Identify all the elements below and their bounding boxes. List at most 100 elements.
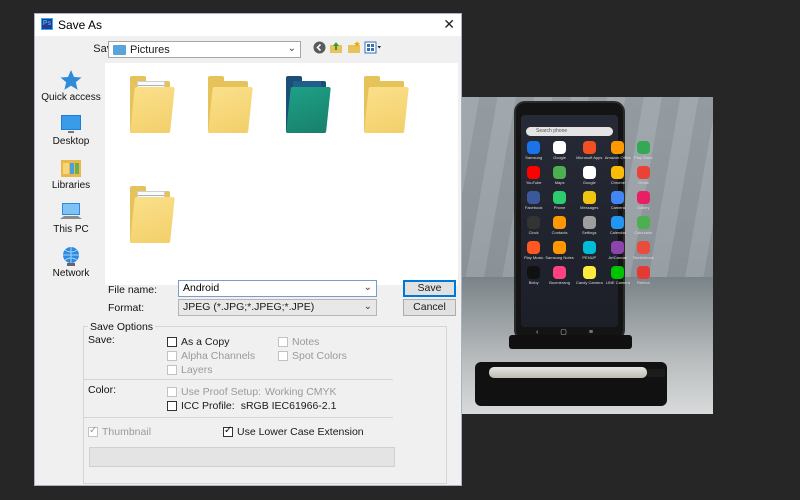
chevron-down-icon: ⌄ bbox=[363, 301, 372, 312]
use-proof-setup-checkbox[interactable]: Use Proof Setup: Working CMYK bbox=[167, 386, 337, 398]
place-label: Desktop bbox=[52, 136, 90, 147]
app-label: Candy Camera bbox=[575, 280, 603, 285]
close-icon[interactable]: ✕ bbox=[443, 16, 455, 33]
photoshop-icon: Ps bbox=[41, 18, 53, 30]
app-icon bbox=[611, 141, 625, 154]
phone-app: Retrica bbox=[633, 266, 654, 285]
cancel-button[interactable]: Cancel bbox=[403, 299, 456, 316]
view-menu-icon[interactable] bbox=[363, 41, 383, 57]
format-dropdown[interactable]: JPEG (*.JPG;*.JPEG;*.JPE) ⌄ bbox=[178, 299, 377, 316]
file-list-area[interactable] bbox=[105, 63, 458, 285]
this-pc-icon bbox=[59, 201, 83, 221]
folder-item[interactable] bbox=[125, 183, 177, 245]
phone-app: Clock bbox=[524, 216, 543, 235]
phone-app: LINE Camera bbox=[605, 266, 631, 285]
new-folder-icon[interactable] bbox=[346, 41, 362, 57]
app-label: Maps bbox=[554, 180, 565, 185]
as-a-copy-checkbox[interactable]: As a Copy bbox=[167, 336, 229, 348]
app-label: Messages bbox=[580, 205, 599, 210]
app-label: Camera bbox=[610, 205, 625, 210]
phone-app: Phone bbox=[545, 191, 573, 210]
phone-app: Sketchbook bbox=[633, 241, 654, 260]
place-network[interactable]: Network bbox=[41, 245, 101, 279]
divider bbox=[83, 379, 393, 380]
app-icon bbox=[611, 166, 625, 179]
title-bar: Ps Save As ✕ bbox=[35, 14, 461, 36]
app-label: YouTube bbox=[525, 180, 542, 185]
folder-icon bbox=[130, 87, 175, 133]
phone-app: Amazon Office bbox=[605, 141, 631, 160]
checkbox-box bbox=[167, 337, 177, 347]
phone-app-grid: Samsung Google Microsoft Apps Amazon Office… bbox=[524, 141, 654, 285]
app-label: Gmail bbox=[638, 180, 649, 185]
app-label: Facebook bbox=[524, 205, 543, 210]
folder-item[interactable] bbox=[281, 73, 333, 135]
app-icon bbox=[636, 241, 650, 254]
save-in-dropdown[interactable]: Pictures ⌄ bbox=[108, 41, 301, 58]
checkbox-box bbox=[223, 425, 233, 437]
phone-search-bar: Search phone bbox=[526, 127, 613, 136]
layers-checkbox[interactable]: Layers bbox=[167, 364, 213, 376]
phone-app: PENUP bbox=[576, 241, 603, 260]
place-this-pc[interactable]: This PC bbox=[41, 201, 101, 235]
places-bar: Quick access Desktop Libraries This PC N… bbox=[41, 63, 101, 285]
app-label: Settings bbox=[582, 230, 597, 235]
place-quick-access[interactable]: Quick access bbox=[41, 69, 101, 103]
save-button[interactable]: Save bbox=[403, 280, 456, 297]
place-desktop[interactable]: Desktop bbox=[41, 113, 101, 147]
folder-item[interactable] bbox=[125, 73, 177, 135]
dialog-title: Save As bbox=[58, 18, 103, 32]
app-label: Chrome bbox=[610, 180, 625, 185]
checkbox-box bbox=[167, 365, 177, 375]
alpha-channels-checkbox[interactable]: Alpha Channels bbox=[167, 350, 255, 362]
app-icon bbox=[553, 166, 567, 179]
app-icon bbox=[582, 241, 596, 254]
file-name-input[interactable] bbox=[183, 282, 372, 294]
spot-colors-checkbox[interactable]: Spot Colors bbox=[278, 350, 347, 362]
thumbnail-checkbox[interactable]: Thumbnail bbox=[88, 425, 151, 438]
status-bar bbox=[89, 447, 395, 467]
up-folder-icon[interactable] bbox=[328, 41, 344, 57]
app-label: Samsung bbox=[525, 155, 543, 160]
notes-checkbox[interactable]: Notes bbox=[278, 336, 319, 348]
app-icon bbox=[553, 216, 567, 229]
phone-app: Calendar bbox=[605, 216, 631, 235]
phone-app: Gmail bbox=[633, 166, 654, 185]
icc-profile-checkbox[interactable]: ICC Profile: sRGB IEC61966-2.1 bbox=[167, 400, 336, 412]
place-libraries[interactable]: Libraries bbox=[41, 157, 101, 191]
app-icon bbox=[553, 141, 567, 154]
app-label: Samsung Notes bbox=[545, 255, 574, 260]
app-label: Gallery bbox=[637, 205, 650, 210]
phone-app: Contacts bbox=[545, 216, 573, 235]
app-label: Phone bbox=[553, 205, 566, 210]
app-icon bbox=[636, 191, 650, 204]
file-name-field[interactable]: ⌄ bbox=[178, 280, 377, 297]
format-label: Format: bbox=[108, 302, 145, 314]
libraries-icon bbox=[59, 157, 83, 177]
folder-icon bbox=[364, 87, 409, 133]
place-label: This PC bbox=[53, 224, 89, 235]
checkbox-box bbox=[278, 337, 288, 347]
chevron-down-icon[interactable]: ⌄ bbox=[364, 282, 372, 293]
phone-app: Candy Camera bbox=[576, 266, 603, 285]
proof-setup-value: Working CMYK bbox=[264, 386, 337, 398]
phone-app: Microsoft Apps bbox=[576, 141, 603, 160]
background-photo: Search phone Samsung Google Microsoft Apps… bbox=[461, 97, 713, 414]
folder-item[interactable] bbox=[359, 73, 411, 135]
app-icon bbox=[611, 216, 625, 229]
app-label: PENUP bbox=[582, 255, 597, 260]
app-label: Google bbox=[582, 180, 596, 185]
app-label: Calculator bbox=[634, 230, 653, 235]
lower-case-extension-checkbox[interactable]: Use Lower Case Extension bbox=[223, 425, 364, 438]
app-label: Google bbox=[553, 155, 567, 160]
app-icon bbox=[611, 266, 625, 279]
app-icon bbox=[582, 166, 596, 179]
app-icon bbox=[582, 216, 596, 229]
app-icon bbox=[636, 141, 650, 154]
folder-item[interactable] bbox=[203, 73, 255, 135]
phone-app: Play Store bbox=[633, 141, 654, 160]
app-icon bbox=[527, 266, 541, 279]
back-icon[interactable] bbox=[311, 41, 327, 57]
save-options-heading: Save Options bbox=[88, 321, 156, 333]
app-label: Clock bbox=[528, 230, 539, 235]
